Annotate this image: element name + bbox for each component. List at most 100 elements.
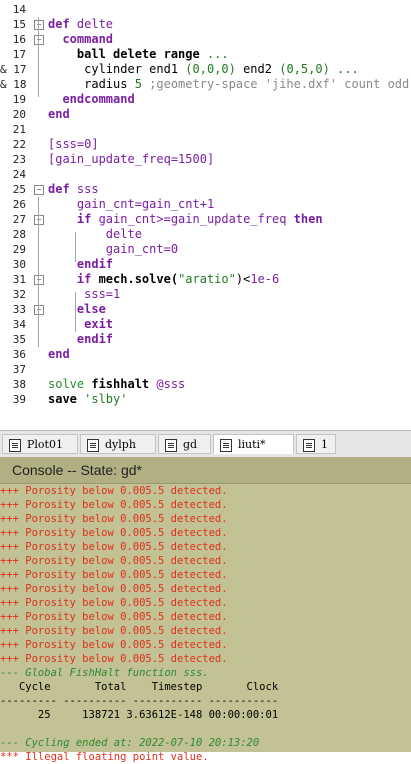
code-line[interactable]: 31− if mech.solve("aratio")<1e-6 (0, 272, 411, 287)
tab-label: 1 (321, 438, 328, 451)
line-number: & 17 (0, 63, 27, 76)
line-number: 25 (12, 183, 26, 196)
tab-liuti[interactable]: liuti* (213, 434, 294, 454)
tab-label: dylph (105, 438, 136, 451)
tab-dylph[interactable]: dylph (80, 434, 156, 454)
line-number: 38 (12, 378, 26, 391)
tab-gd[interactable]: gd (158, 434, 211, 454)
line-number: 20 (12, 108, 26, 121)
fold-guide (38, 17, 39, 97)
code-line[interactable]: & 18 radius 5 ;geometry-space 'jihe.dxf'… (0, 77, 411, 92)
console-line: +++ Porosity below 0.005.5 detected. (0, 499, 228, 511)
line-number: 30 (12, 258, 26, 271)
code-line[interactable]: 38 solve fishhalt @sss (0, 377, 411, 392)
code-text: if gain_cnt>=gain_update_freq then (48, 212, 323, 227)
code-line[interactable]: 15−def delte (0, 17, 411, 32)
code-line[interactable]: 16− command (0, 32, 411, 47)
code-token: (0,5,0) (279, 62, 330, 76)
fold-toggle-icon[interactable]: − (34, 35, 44, 45)
console-line: +++ Porosity below 0.005.5 detected. (0, 597, 228, 609)
code-text: else (48, 302, 106, 317)
code-line[interactable]: 29 gain_cnt=0 (0, 242, 411, 257)
code-token: gain_cnt=gain_cnt+1 (48, 197, 215, 211)
code-token: gain_cnt>=gain_update_freq (91, 212, 294, 226)
code-token: endif (48, 332, 114, 346)
code-line[interactable]: 37 (0, 362, 411, 377)
line-number: 21 (12, 123, 26, 136)
tab-label: Plot01 (27, 438, 63, 451)
console-line: +++ Porosity below 0.005.5 detected. (0, 541, 228, 553)
code-line[interactable]: 21 (0, 122, 411, 137)
document-tab-bar: Plot01 dylph gd liuti* 1 (0, 430, 411, 458)
console-line: 25 138721 3.63612E-148 00:00:00:01 (0, 709, 279, 721)
code-line[interactable]: 32 sss=1 (0, 287, 411, 302)
line-number: 17 (12, 48, 26, 61)
code-token: end2 (235, 62, 280, 76)
code-token: (0,0,0) (185, 62, 236, 76)
code-text: end (48, 347, 70, 362)
document-icon (220, 439, 232, 452)
code-token: sss (69, 182, 99, 196)
script-editor[interactable]: 1415−def delte16− command17 ball delete … (0, 0, 411, 410)
line-number: 34 (12, 318, 26, 331)
code-text: gain_cnt=0 (48, 242, 178, 257)
code-line[interactable]: 20 end (0, 107, 411, 122)
code-line[interactable]: 39 save 'slby' (0, 392, 411, 407)
code-text: exit (48, 317, 113, 332)
code-token: 1e-6 (250, 272, 280, 286)
code-token: save (48, 392, 85, 406)
tab-1[interactable]: 1 (296, 434, 336, 454)
line-number: 37 (12, 363, 26, 376)
code-line[interactable]: 14 (0, 2, 411, 17)
code-text: save 'slby' (48, 392, 127, 407)
console-line: +++ Porosity below 0.005.5 detected. (0, 555, 228, 567)
code-line[interactable]: 22 [sss=0] (0, 137, 411, 152)
console-line: +++ Porosity below 0.005.5 detected. (0, 569, 228, 581)
line-number: 14 (12, 3, 26, 16)
console-line: +++ Porosity below 0.005.5 detected. (0, 611, 228, 623)
fold-toggle-icon[interactable]: − (34, 215, 44, 225)
fold-toggle-icon[interactable]: − (34, 185, 44, 195)
console-line: +++ Porosity below 0.005.5 detected. (0, 485, 228, 497)
code-line[interactable]: 25− def sss (0, 182, 411, 197)
fold-guide (75, 292, 76, 332)
console-line: Cycle Total Timestep Clock (0, 681, 279, 693)
code-line[interactable]: 35 endif (0, 332, 411, 347)
line-number: 22 (12, 138, 26, 151)
line-number: 19 (12, 93, 26, 106)
code-token: cylinder end1 (48, 62, 186, 76)
code-text: radius 5 ;geometry-space 'jihe.dxf' coun… (48, 77, 409, 92)
code-text: delte (48, 227, 142, 242)
code-line[interactable]: & 17 cylinder end1 (0,0,0) end2 (0,5,0) … (0, 62, 411, 77)
code-line[interactable]: 24 (0, 167, 411, 182)
console-line: +++ Porosity below 0.005.5 detected. (0, 527, 228, 539)
fold-toggle-icon[interactable]: − (34, 20, 44, 30)
line-number: 31 (12, 273, 26, 286)
code-text: command (48, 32, 113, 47)
code-line[interactable]: 28 delte (0, 227, 411, 242)
code-line[interactable]: 36 end (0, 347, 411, 362)
tab-plot01[interactable]: Plot01 (2, 434, 78, 454)
code-line[interactable]: 23 [gain_update_freq=1500] (0, 152, 411, 167)
code-line[interactable]: 17 ball delete range ... (0, 47, 411, 62)
tab-label: gd (183, 438, 198, 451)
code-token: endcommand (48, 92, 135, 106)
code-token: fishhalt (84, 377, 157, 391)
code-token: delte (69, 17, 114, 31)
code-line[interactable]: 19 endcommand (0, 92, 411, 107)
code-token: 'slby' (84, 392, 128, 406)
fold-toggle-icon[interactable]: − (34, 305, 44, 315)
code-text: cylinder end1 (0,0,0) end2 (0,5,0) ... (48, 62, 359, 77)
console-title: Console -- State: gd* (12, 462, 142, 478)
code-line[interactable]: 34 exit (0, 317, 411, 332)
code-token: end (48, 347, 70, 361)
code-token: if (48, 212, 92, 226)
code-line[interactable]: 33− else (0, 302, 411, 317)
fold-toggle-icon[interactable]: − (34, 275, 44, 285)
code-token: gain_cnt=0 (48, 242, 179, 256)
code-line[interactable]: 26 gain_cnt=gain_cnt+1 (0, 197, 411, 212)
code-line[interactable]: 27− if gain_cnt>=gain_update_freq then (0, 212, 411, 227)
code-token: )< (235, 272, 251, 286)
code-line[interactable]: 30 endif (0, 257, 411, 272)
